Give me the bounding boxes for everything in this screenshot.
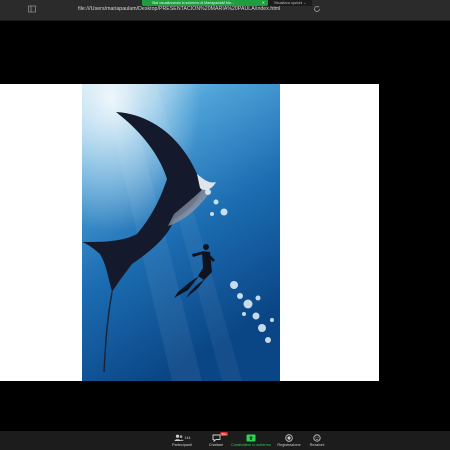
manta-ray-photo bbox=[82, 84, 280, 381]
chat-button[interactable]: 99+ Chattare bbox=[196, 432, 236, 447]
share-screen-button[interactable]: Condividere lo schermo bbox=[231, 433, 271, 447]
share-screen-label: Condividere lo schermo bbox=[231, 443, 271, 447]
sidebar-icon[interactable] bbox=[28, 5, 36, 16]
reactions-label: Reazioni bbox=[309, 443, 325, 447]
participant-count: 144 bbox=[184, 435, 191, 440]
view-options-button[interactable]: Visualizza opzioni ⌄ bbox=[268, 0, 312, 6]
meeting-toolbar: 144 Partecipanti 99+ Chattare Condivider… bbox=[0, 431, 450, 450]
close-icon[interactable]: ✕ bbox=[252, 0, 265, 6]
address-bar[interactable]: file:///Users/mariapaulam/Desktop/PRESEN… bbox=[78, 6, 280, 12]
chat-label: Chattare bbox=[208, 443, 224, 447]
chat-badge: 99+ bbox=[220, 432, 229, 436]
share-banner-text: Stai visualizzando lo schermo di Mariapa… bbox=[152, 1, 234, 5]
reload-icon[interactable] bbox=[313, 5, 321, 16]
screen-share-banner: Stai visualizzando lo schermo di Mariapa… bbox=[142, 0, 268, 6]
reactions-button[interactable]: Reazioni bbox=[297, 433, 337, 447]
